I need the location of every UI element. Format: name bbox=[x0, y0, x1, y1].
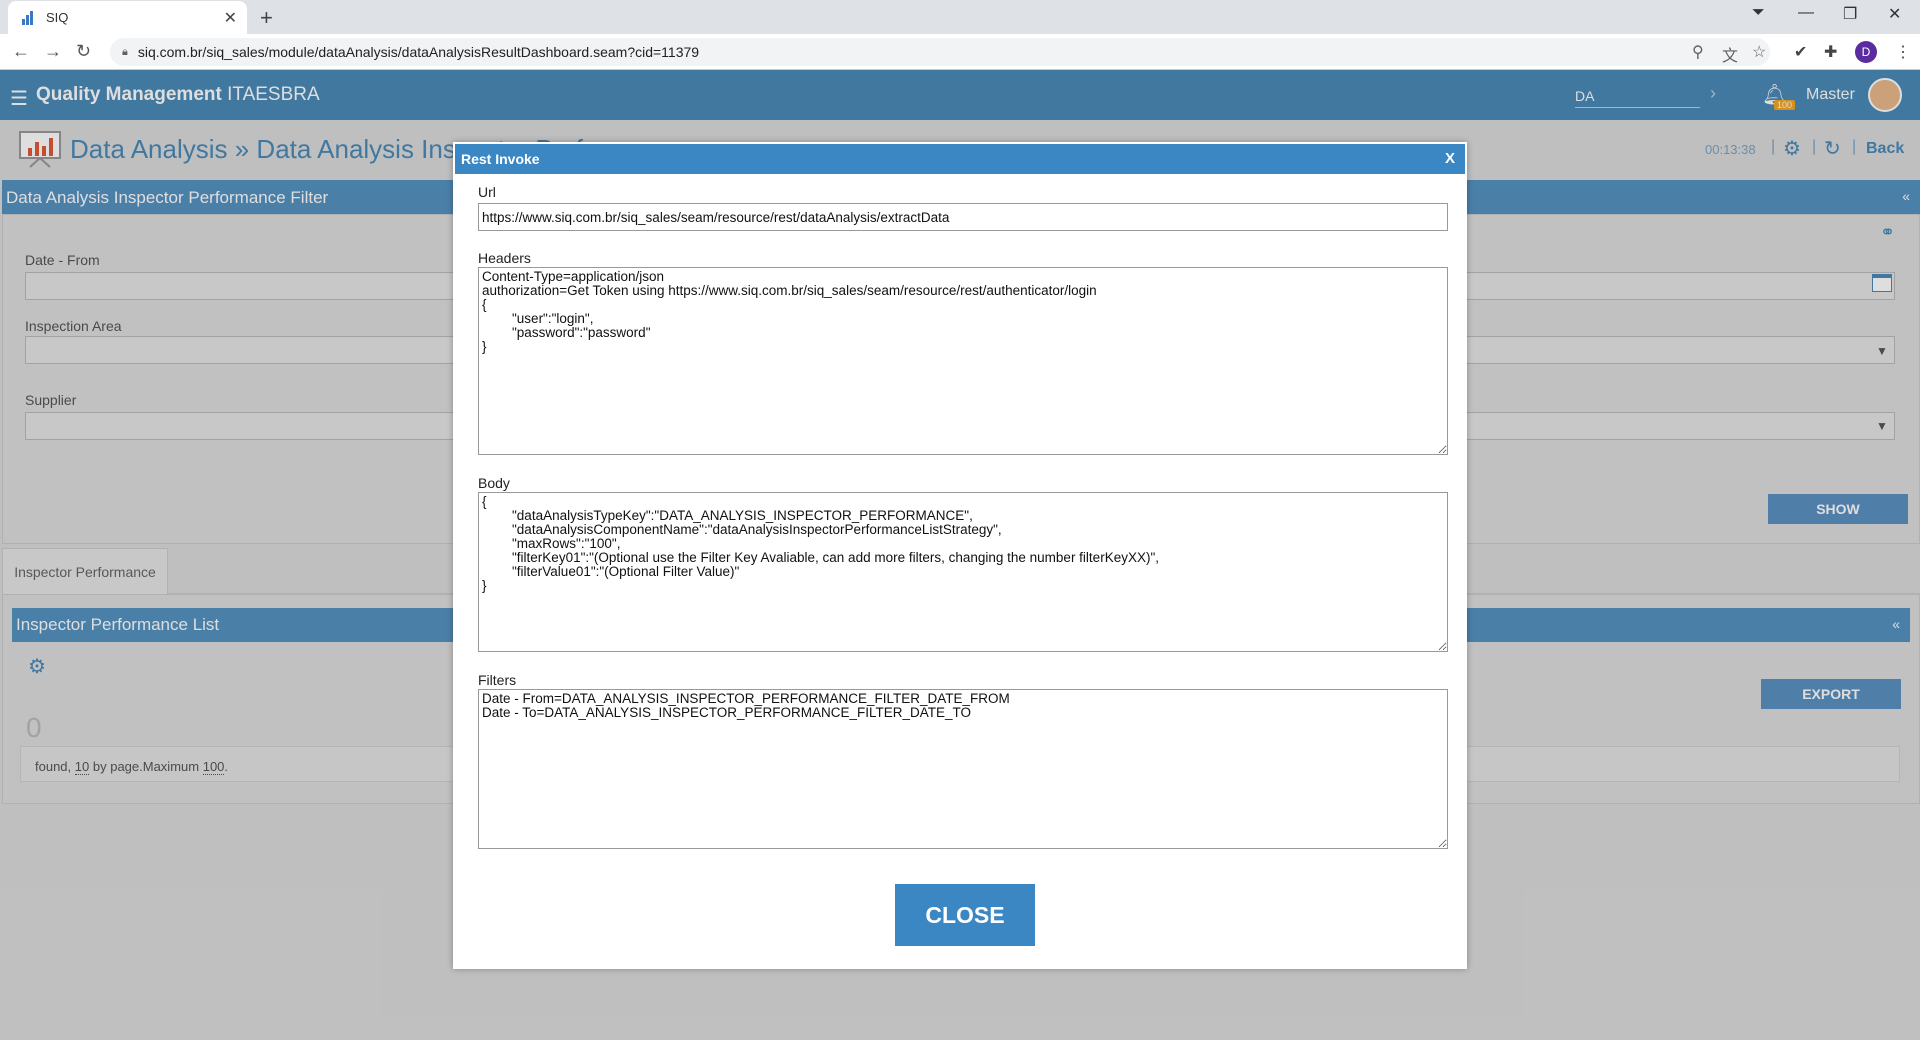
browser-menu-icon[interactable]: ⋮ bbox=[1895, 42, 1911, 62]
filters-label: Filters bbox=[478, 672, 517, 688]
headers-textarea[interactable]: Content-Type=application/json authorizat… bbox=[478, 267, 1448, 455]
back-arrow-icon[interactable]: ← bbox=[12, 41, 30, 62]
extension-check-icon[interactable]: ✔ bbox=[1794, 42, 1807, 62]
siq-favicon-icon bbox=[22, 10, 36, 25]
tab-search-icon[interactable]: ⏷ bbox=[1752, 4, 1765, 22]
filters-textarea[interactable]: Date - From=DATA_ANALYSIS_INSPECTOR_PERF… bbox=[478, 689, 1448, 849]
minimize-icon[interactable]: — bbox=[1798, 4, 1814, 22]
body-textarea[interactable]: { "dataAnalysisTypeKey":"DATA_ANALYSIS_I… bbox=[478, 492, 1448, 652]
address-bar[interactable]: 🔒︎ siq.com.br/siq_sales/module/dataAnaly… bbox=[110, 38, 1770, 66]
forward-arrow-icon[interactable]: → bbox=[44, 41, 62, 62]
reload-icon[interactable]: ↻ bbox=[76, 41, 91, 62]
bookmark-star-icon[interactable]: ☆ bbox=[1752, 42, 1766, 62]
new-tab-icon[interactable]: + bbox=[260, 5, 273, 31]
url-label: Url bbox=[478, 184, 496, 200]
close-button[interactable]: CLOSE bbox=[895, 884, 1035, 946]
dialog-close-icon[interactable]: X bbox=[1445, 150, 1455, 167]
extensions-puzzle-icon[interactable]: ✚ bbox=[1824, 42, 1837, 62]
lock-icon: 🔒︎ bbox=[122, 45, 128, 58]
address-url: siq.com.br/siq_sales/module/dataAnalysis… bbox=[137, 44, 700, 60]
translate-icon[interactable]: 文 bbox=[1722, 42, 1738, 66]
close-tab-icon[interactable]: ✕ bbox=[224, 8, 237, 28]
browser-toolbar: ← → ↻ 🔒︎ siq.com.br/siq_sales/module/dat… bbox=[0, 34, 1920, 70]
restore-icon[interactable]: ❐ bbox=[1843, 4, 1857, 24]
browser-tabstrip: SIQ ✕ + ⏷ — ❐ ✕ bbox=[0, 0, 1920, 34]
headers-label: Headers bbox=[478, 250, 531, 266]
window-close-icon[interactable]: ✕ bbox=[1888, 4, 1901, 24]
browser-tab-title: SIQ bbox=[46, 10, 69, 25]
url-field[interactable] bbox=[478, 203, 1448, 231]
location-icon[interactable]: ⚲ bbox=[1692, 42, 1704, 62]
rest-invoke-dialog: Rest Invoke X Url Headers Content-Type=a… bbox=[453, 142, 1467, 969]
profile-avatar[interactable]: D bbox=[1855, 41, 1877, 63]
body-label: Body bbox=[478, 475, 510, 491]
dialog-title: Rest Invoke bbox=[461, 151, 540, 167]
dialog-title-bar: Rest Invoke X bbox=[455, 144, 1465, 174]
browser-tab[interactable]: SIQ ✕ bbox=[8, 1, 247, 34]
